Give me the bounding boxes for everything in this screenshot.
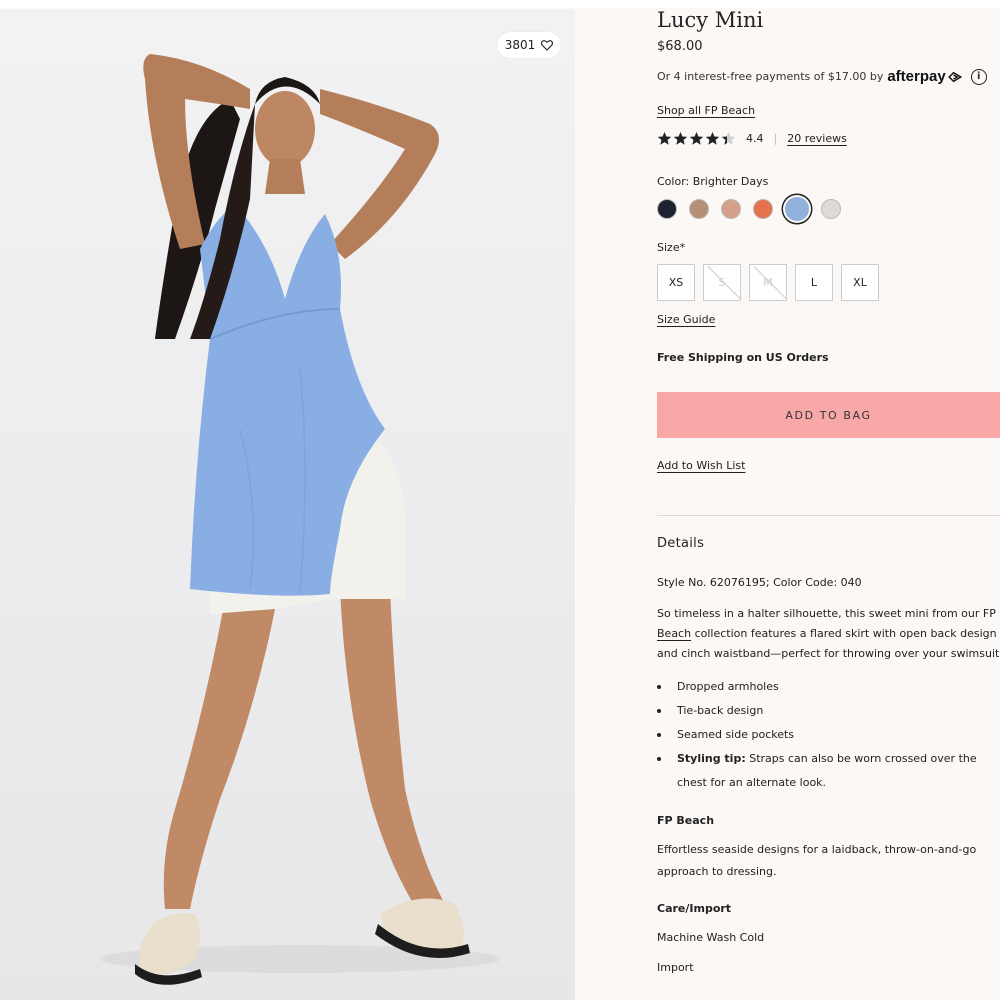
list-item: Seamed side pockets [657,723,1000,747]
list-item: Tie-back design [657,699,1000,723]
product-title: Lucy Mini [657,8,764,32]
favorite-count: 3801 [504,38,536,52]
color-swatches [657,197,841,221]
size-option-s[interactable]: S [703,264,741,301]
info-icon[interactable]: i [970,68,987,85]
size-option-l[interactable]: L [795,264,833,301]
size-option-xs[interactable]: XS [657,264,695,301]
heart-icon [541,39,554,51]
size-guide-link[interactable]: Size Guide [657,313,715,326]
add-to-bag-button[interactable]: ADD TO BAG [657,392,1000,438]
product-info-panel: Lucy Mini $68.00 Or 4 interest-free paym… [657,0,1000,1000]
size-options: XS S M L XL [657,264,879,301]
rating-separator: | [773,132,778,145]
size-label: Size* [657,241,686,254]
style-number: Style No. 62076195; Color Code: 040 [657,576,862,589]
styling-tip-continued: chest for an alternate look. [677,776,827,789]
fp-beach-line: Effortless seaside designs for a laidbac… [657,843,977,856]
color-swatch[interactable] [753,199,773,219]
list-item: Styling tip: Straps can also be worn cro… [657,747,1000,771]
star-icon [657,131,672,145]
star-icon [705,131,720,145]
care-instruction: Machine Wash Cold [657,931,765,944]
import-note: Import [657,961,694,974]
fp-beach-heading: FP Beach [657,814,715,827]
product-price: $68.00 [657,39,703,54]
size-option-xl[interactable]: XL [841,264,879,301]
star-rating [657,131,736,146]
product-description: So timeless in a halter silhouette, this… [657,604,1000,664]
description-text: collection features a flared skirt with … [691,627,997,640]
shop-all-link[interactable]: Shop all FP Beach [657,104,755,117]
divider [657,515,1000,516]
afterpay-arrows-icon [947,71,962,82]
rating-value: 4.4 [746,132,764,145]
star-icon [689,131,704,145]
feature-list: Dropped armholes Tie-back design Seamed … [657,675,1000,795]
details-heading[interactable]: Details [657,536,704,551]
color-swatch[interactable] [689,199,709,219]
shipping-note: Free Shipping on US Orders [657,351,829,364]
list-item: Dropped armholes [657,675,1000,699]
color-swatch[interactable] [657,199,677,219]
size-option-m[interactable]: M [749,264,787,301]
product-image[interactable]: 3801 [0,9,575,1000]
fp-beach-line: approach to dressing. [657,865,777,878]
care-import-heading: Care/Import [657,902,732,915]
add-to-wish-list-link[interactable]: Add to Wish List [657,459,745,472]
description-line: and cinch waistband—perfect for throwing… [657,647,1000,660]
color-swatch[interactable] [821,199,841,219]
fp-beach-description: Effortless seaside designs for a laidbac… [657,839,976,883]
afterpay-text: Or 4 interest-free payments of $17.00 by [657,70,884,83]
color-label: Color: Brighter Days [657,175,769,188]
color-swatch[interactable] [721,199,741,219]
rating-row: 4.4 | 20 reviews [657,131,847,146]
afterpay-logo[interactable]: afterpay [887,68,945,85]
star-icon [673,131,688,145]
description-line: So timeless in a halter silhouette, this… [657,607,996,620]
description-line: Beach collection features a flared skirt… [657,624,1000,644]
styling-tip-label: Styling tip: [677,752,746,765]
afterpay-line: Or 4 interest-free payments of $17.00 by… [657,68,987,85]
styling-tip-text: Straps can also be worn crossed over the [745,752,977,765]
model-illustration [100,54,500,985]
fp-beach-link[interactable]: Beach [657,627,691,640]
color-swatch-selected[interactable] [785,197,809,221]
favorite-button[interactable]: 3801 [497,32,561,58]
star-icon [721,131,736,145]
reviews-link[interactable]: 20 reviews [787,132,847,145]
